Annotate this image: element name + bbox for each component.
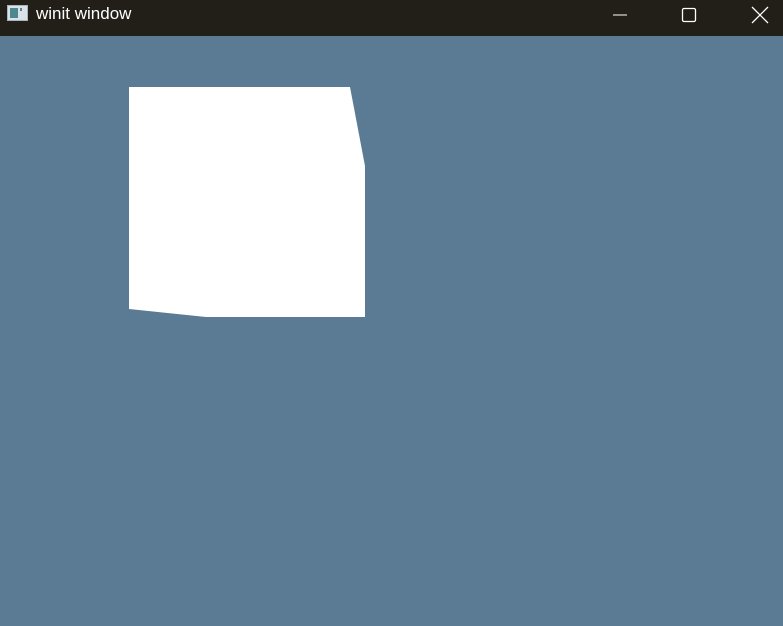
render-area[interactable] <box>0 36 783 626</box>
minimize-button[interactable] <box>597 0 643 30</box>
close-icon <box>751 6 769 24</box>
winit-window: winit window <box>0 0 783 626</box>
render-canvas[interactable] <box>0 36 783 626</box>
maximize-button[interactable] <box>666 0 712 30</box>
application-icon <box>7 5 28 21</box>
close-button[interactable] <box>737 0 783 30</box>
title-bar[interactable]: winit window <box>0 0 783 36</box>
minimize-icon <box>613 14 627 16</box>
white-rendered-shape <box>129 87 365 317</box>
window-title: winit window <box>36 4 132 23</box>
maximize-icon <box>681 7 697 23</box>
